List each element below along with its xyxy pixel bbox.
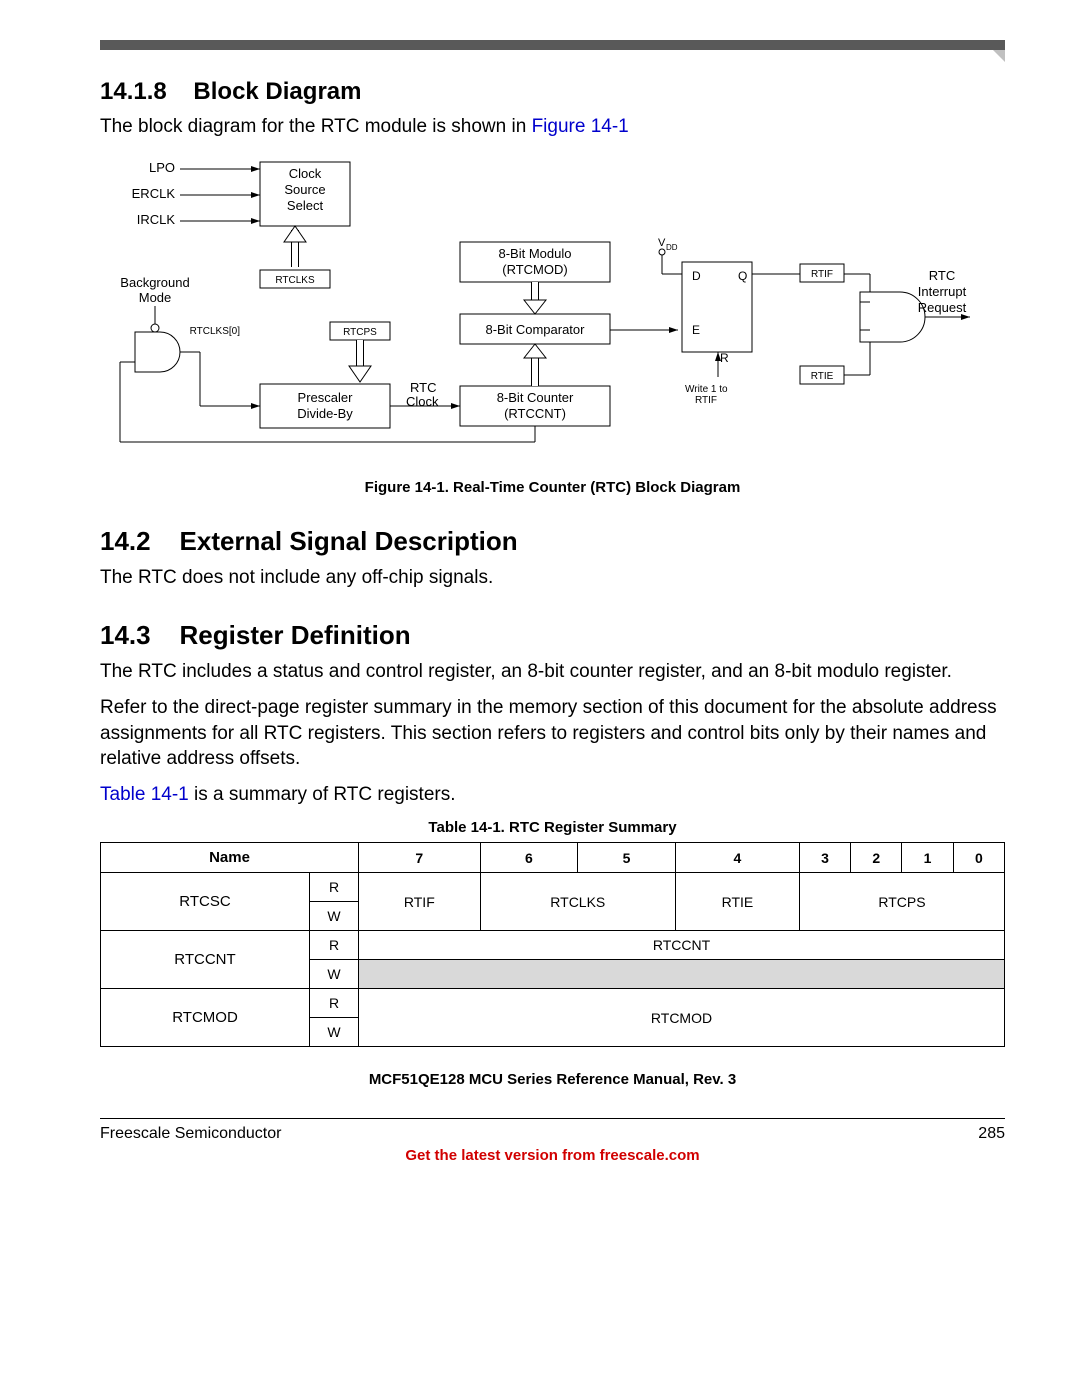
rw-w: W: [310, 1018, 359, 1047]
col-bit-0: 0: [953, 843, 1004, 873]
svg-text:Source: Source: [284, 182, 325, 197]
col-bit-1: 1: [902, 843, 953, 873]
footer-page-number: 285: [978, 1125, 1005, 1143]
col-bit-3: 3: [799, 843, 850, 873]
irclk-label: IRCLK: [137, 212, 176, 227]
table-row: RTCSC R RTIF RTCLKS RTIE RTCPS: [101, 873, 1005, 902]
svg-text:RTIF: RTIF: [811, 269, 833, 280]
col-bit-4: 4: [675, 843, 799, 873]
field-rtccnt: RTCCNT: [359, 931, 1005, 960]
svg-text:RTIF: RTIF: [695, 395, 717, 406]
section-number: 14.3: [100, 620, 151, 650]
rw-w: W: [310, 902, 359, 931]
rw-w: W: [310, 960, 359, 989]
svg-text:Select: Select: [287, 198, 324, 213]
section-title: Block Diagram: [193, 78, 361, 105]
rtc-register-summary-table: Name 7 6 5 4 3 2 1 0 RTCSC R RTIF RTCLKS…: [100, 842, 1005, 1047]
reg-name: RTCMOD: [101, 989, 310, 1047]
section-title: Register Definition: [180, 620, 411, 650]
svg-text:8-Bit Modulo: 8-Bit Modulo: [499, 246, 572, 261]
header-rule: [100, 40, 1005, 50]
section-14-1-8-para: The block diagram for the RTC module is …: [100, 114, 1005, 140]
table-row: RTCMOD R RTCMOD: [101, 989, 1005, 1018]
svg-text:R: R: [720, 351, 729, 365]
section-number: 14.1.8: [100, 78, 167, 105]
field-rtclks: RTCLKS: [480, 873, 675, 931]
svg-text:8-Bit Counter: 8-Bit Counter: [497, 390, 574, 405]
rtclks-label: RTCLKS: [275, 275, 315, 286]
table-row: RTCCNT R RTCCNT: [101, 931, 1005, 960]
svg-text:(RTCCNT): (RTCCNT): [504, 406, 566, 421]
field-rtccnt-w-shaded: [359, 960, 1005, 989]
reg-name: RTCCNT: [101, 931, 310, 989]
field-rtie: RTIE: [675, 873, 799, 931]
footer-doc-title: MCF51QE128 MCU Series Reference Manual, …: [100, 1071, 1005, 1088]
col-name: Name: [101, 843, 359, 873]
field-rtcmod: RTCMOD: [359, 989, 1005, 1047]
svg-text:Mode: Mode: [139, 290, 172, 305]
rtcps-label: RTCPS: [343, 327, 377, 338]
section-14-3-p3: Table 14-1 is a summary of RTC registers…: [100, 782, 1005, 808]
rw-r: R: [310, 989, 359, 1018]
svg-text:Prescaler: Prescaler: [298, 390, 354, 405]
svg-text:(RTCMOD): (RTCMOD): [502, 262, 567, 277]
svg-text:Background: Background: [120, 275, 189, 290]
footer-row: Freescale Semiconductor 285: [100, 1125, 1005, 1143]
svg-text:Write 1 to: Write 1 to: [685, 384, 728, 395]
field-rtif: RTIF: [359, 873, 481, 931]
footer-rule: [100, 1118, 1005, 1119]
section-14-1-8-heading: 14.1.8 Block Diagram: [100, 78, 1005, 106]
table-header-row: Name 7 6 5 4 3 2 1 0: [101, 843, 1005, 873]
svg-text:DD: DD: [666, 243, 678, 252]
col-bit-5: 5: [578, 843, 676, 873]
svg-text:E: E: [692, 323, 700, 337]
section-14-3-p1: The RTC includes a status and control re…: [100, 659, 1005, 685]
table-ref-link[interactable]: Table 14-1: [100, 784, 189, 805]
svg-text:RTC: RTC: [929, 268, 955, 283]
lpo-label: LPO: [149, 160, 175, 175]
col-bit-6: 6: [480, 843, 578, 873]
section-14-3-p2: Refer to the direct-page register summar…: [100, 695, 1005, 772]
section-number: 14.2: [100, 526, 151, 556]
footer-left: Freescale Semiconductor: [100, 1125, 281, 1143]
erclk-label: ERCLK: [132, 186, 176, 201]
svg-text:V: V: [658, 237, 666, 249]
svg-text:Interrupt: Interrupt: [918, 284, 967, 299]
col-bit-2: 2: [851, 843, 902, 873]
rw-r: R: [310, 931, 359, 960]
section-14-2-para: The RTC does not include any off-chip si…: [100, 565, 1005, 591]
section-14-2-heading: 14.2 External Signal Description: [100, 526, 1005, 557]
field-rtcps: RTCPS: [799, 873, 1004, 931]
svg-text:RTIE: RTIE: [811, 371, 834, 382]
svg-text:Q: Q: [738, 269, 747, 283]
reg-name: RTCSC: [101, 873, 310, 931]
block-diagram: Clock Source Select LPO ERCLK IRCLK RTCL…: [100, 152, 1005, 467]
figure-caption: Figure 14-1. Real-Time Counter (RTC) Blo…: [100, 479, 1005, 496]
rtclks0-label: RTCLKS[0]: [190, 326, 241, 337]
col-bit-7: 7: [359, 843, 481, 873]
svg-text:Divide-By: Divide-By: [297, 406, 353, 421]
svg-text:Clock: Clock: [406, 394, 439, 409]
figure-ref-link[interactable]: Figure 14-1: [532, 116, 629, 137]
svg-text:8-Bit Comparator: 8-Bit Comparator: [486, 322, 586, 337]
css-label: Clock: [289, 166, 322, 181]
section-14-3-heading: 14.3 Register Definition: [100, 620, 1005, 651]
footer-link[interactable]: Get the latest version from freescale.co…: [100, 1147, 1005, 1164]
svg-text:Request: Request: [918, 300, 967, 315]
section-title: External Signal Description: [180, 526, 518, 556]
rw-r: R: [310, 873, 359, 902]
svg-text:RTC: RTC: [410, 380, 436, 395]
svg-text:D: D: [692, 269, 701, 283]
table-caption: Table 14-1. RTC Register Summary: [100, 819, 1005, 836]
